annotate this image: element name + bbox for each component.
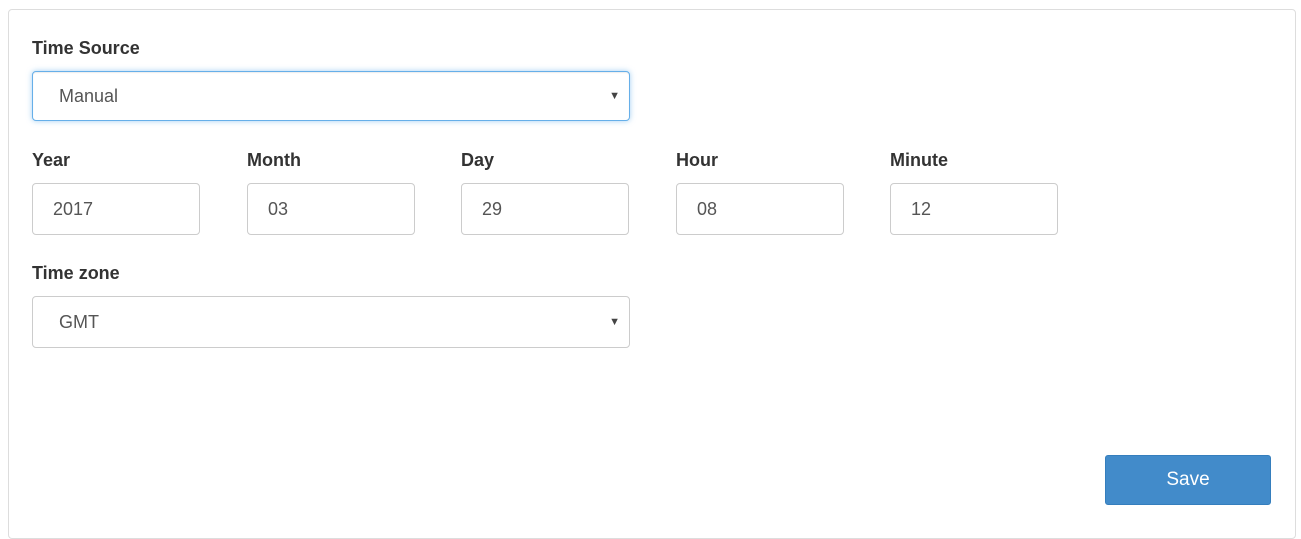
time-zone-label: Time zone	[32, 263, 120, 283]
hour-label: Hour	[676, 150, 718, 170]
time-source-select[interactable]: Manual ▼	[32, 71, 630, 121]
day-input[interactable]	[461, 183, 629, 235]
minute-input[interactable]	[890, 183, 1058, 235]
save-button[interactable]: Save	[1105, 455, 1271, 505]
month-input[interactable]	[247, 183, 415, 235]
chevron-down-icon: ▼	[609, 90, 620, 102]
time-source-value: Manual	[59, 85, 119, 106]
time-zone-value: GMT	[59, 311, 99, 332]
minute-label: Minute	[890, 150, 948, 170]
hour-input[interactable]	[676, 183, 844, 235]
time-source-label: Time Source	[32, 38, 140, 58]
time-zone-select[interactable]: GMT ▼	[32, 296, 630, 348]
month-label: Month	[247, 150, 301, 170]
chevron-down-icon: ▼	[609, 316, 620, 328]
day-label: Day	[461, 150, 495, 170]
year-label: Year	[32, 150, 71, 170]
year-input[interactable]	[32, 183, 200, 235]
